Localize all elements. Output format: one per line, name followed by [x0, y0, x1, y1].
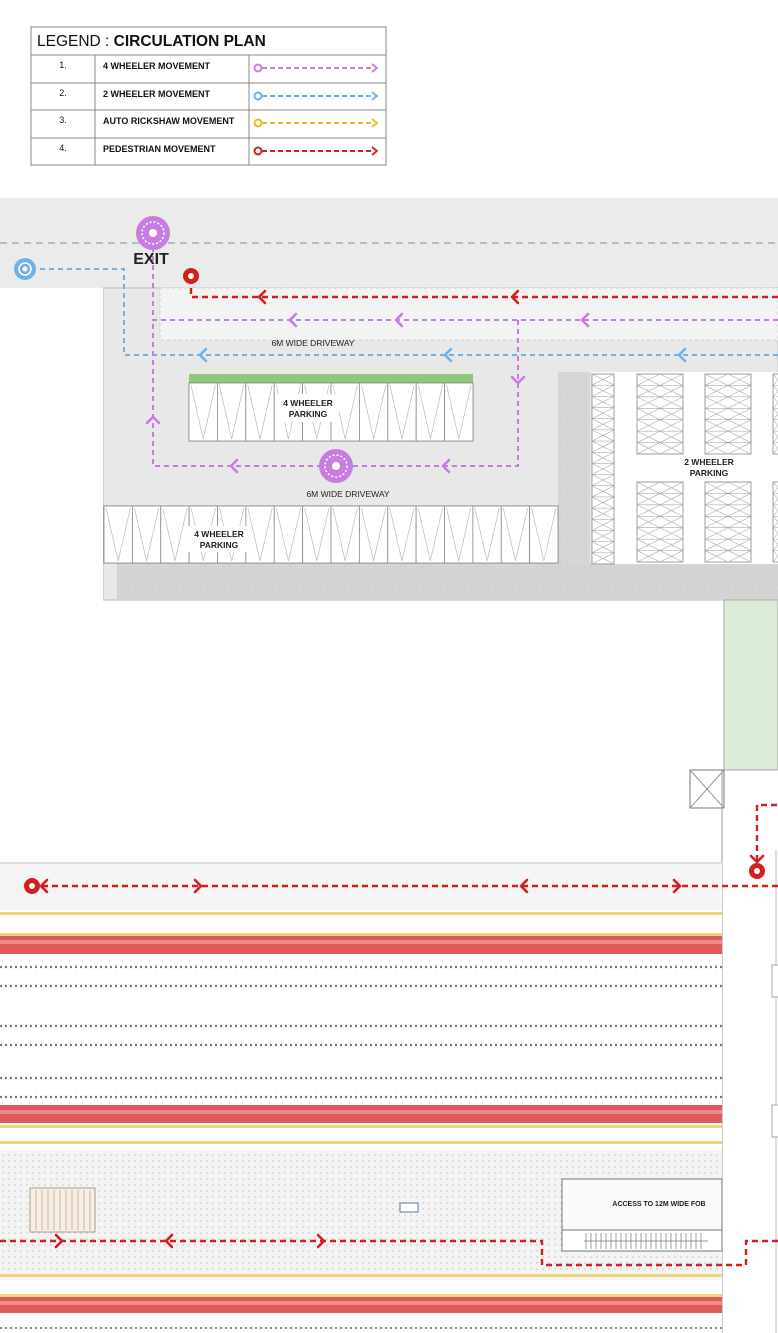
- column-box: [689, 769, 725, 809]
- parking-bay: [245, 505, 275, 564]
- bench: [29, 1187, 96, 1233]
- circulation-plan: LEGEND : CIRCULATION PLAN 1. 4 WHEELER MO…: [0, 26, 778, 1333]
- parking-4w-lower-label-2: PARKING: [200, 540, 239, 550]
- exit-label: EXIT: [133, 251, 169, 268]
- parking-4w-upper-label-1: 4 WHEELER: [283, 398, 333, 408]
- two-wheeler-bay-block: [636, 481, 684, 563]
- parking-bay: [358, 382, 389, 442]
- signage-box: [399, 1202, 419, 1213]
- legend-row-number: 4.: [59, 143, 67, 153]
- parking-bay: [103, 505, 133, 564]
- legend-row-label: AUTO RICKSHAW MOVEMENT: [103, 116, 235, 126]
- parking-2w-label-1: 2 WHEELER: [684, 457, 734, 467]
- parking-bay: [500, 505, 531, 564]
- parking-bay: [415, 382, 446, 442]
- legend-title: LEGEND : CIRCULATION PLAN: [37, 33, 266, 50]
- two-wheeler-bay-block: [704, 481, 752, 563]
- parking-4w-lower: 4 WHEELER PARKING: [103, 505, 559, 564]
- parking-bay: [131, 505, 162, 564]
- parking-bay: [387, 382, 417, 442]
- legend: LEGEND : CIRCULATION PLAN 1. 4 WHEELER MO…: [30, 26, 387, 166]
- parking-bay: [472, 505, 502, 564]
- marker-2w: [14, 258, 36, 280]
- exit-marker-4w: [136, 216, 170, 250]
- fob-access: ACCESS TO 12M WIDE FOB: [561, 1178, 723, 1252]
- legend-row-number: 2.: [59, 88, 67, 98]
- center-marker-4w: [319, 449, 353, 483]
- road-median-1: [0, 936, 722, 954]
- parking-bay: [302, 505, 332, 564]
- marker-pedestrian-top: [183, 268, 199, 284]
- marker-pedestrian-road: [24, 878, 40, 894]
- two-wheeler-bay-block: [772, 481, 778, 563]
- driveway-upper-label: 6M WIDE DRIVEWAY: [271, 338, 354, 348]
- parking-bay: [529, 505, 559, 564]
- two-wheeler-bay-block: [704, 373, 752, 455]
- main-road: [0, 862, 722, 1333]
- green-strip: [189, 374, 473, 383]
- parking-bay: [188, 382, 218, 442]
- parking-bay: [387, 505, 417, 564]
- parking-bay: [444, 382, 474, 442]
- parking-bay: [444, 505, 474, 564]
- marker-pedestrian-right: [749, 863, 765, 879]
- parking-bay: [245, 382, 275, 442]
- parking-2w: 2 WHEELER PARKING: [591, 372, 778, 565]
- parking-4w-lower-label-1: 4 WHEELER: [194, 529, 244, 539]
- driveway-lower-label: 6M WIDE DRIVEWAY: [306, 489, 389, 499]
- parking-bay: [160, 505, 190, 564]
- two-wheeler-bay-block: [636, 373, 684, 455]
- legend-row-label: 2 WHEELER MOVEMENT: [103, 89, 211, 99]
- two-wheeler-bay-block: [591, 373, 615, 565]
- legend-row-label: PEDESTRIAN MOVEMENT: [103, 144, 216, 154]
- legend-row-number: 3.: [59, 115, 67, 125]
- parking-bay: [358, 505, 389, 564]
- parking-bay: [216, 382, 247, 442]
- fob-access-label: ACCESS TO 12M WIDE FOB: [612, 1201, 705, 1208]
- parking-bay: [273, 505, 304, 564]
- legend-row-number: 1.: [59, 60, 67, 70]
- green-area: [723, 599, 778, 771]
- right-building-outline: [771, 850, 778, 1333]
- parking-bay: [415, 505, 445, 564]
- parking-bay: [330, 505, 360, 564]
- parking-4w-upper-label-2: PARKING: [289, 409, 328, 419]
- legend-row-label: 4 WHEELER MOVEMENT: [103, 61, 211, 71]
- parking-2w-label-2: PARKING: [690, 468, 729, 478]
- two-wheeler-bay-block: [772, 373, 778, 455]
- parking-4w-upper: 4 WHEELER PARKING: [188, 374, 474, 442]
